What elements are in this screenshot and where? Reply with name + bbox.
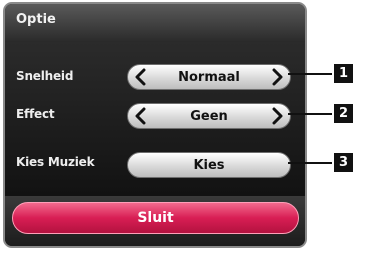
chevron-left-icon[interactable]	[130, 67, 152, 87]
callout-3: 3	[334, 153, 353, 172]
dialog-content: Snelheid Normaal Effect Geen Kies Muziek…	[5, 42, 305, 196]
chevron-left-icon[interactable]	[130, 106, 152, 126]
speed-value: Normaal	[178, 69, 240, 85]
option-dialog: Optie Snelheid Normaal Effect Geen Kies	[3, 2, 307, 248]
speed-label: Snelheid	[16, 69, 74, 83]
choose-music-button[interactable]: Kies	[127, 152, 291, 178]
chevron-right-icon[interactable]	[266, 67, 288, 87]
speed-selector[interactable]: Normaal	[127, 64, 291, 90]
choose-music-label: Kies Muziek	[16, 155, 95, 169]
dialog-title: Optie	[16, 12, 56, 27]
callout-2: 2	[334, 104, 353, 123]
callout-leader-2	[288, 113, 332, 115]
effect-selector[interactable]: Geen	[127, 103, 291, 129]
callout-1: 1	[334, 64, 353, 83]
chevron-right-icon[interactable]	[266, 106, 288, 126]
choose-music-button-label: Kies	[193, 157, 225, 173]
effect-label: Effect	[16, 107, 55, 121]
effect-value: Geen	[190, 108, 228, 124]
close-button-label: Sluit	[137, 210, 174, 226]
dialog-footer: Sluit	[5, 196, 305, 246]
callout-leader-1	[288, 73, 332, 75]
title-bar: Optie	[5, 4, 305, 42]
close-button[interactable]: Sluit	[12, 202, 299, 234]
callout-leader-3	[288, 162, 332, 164]
